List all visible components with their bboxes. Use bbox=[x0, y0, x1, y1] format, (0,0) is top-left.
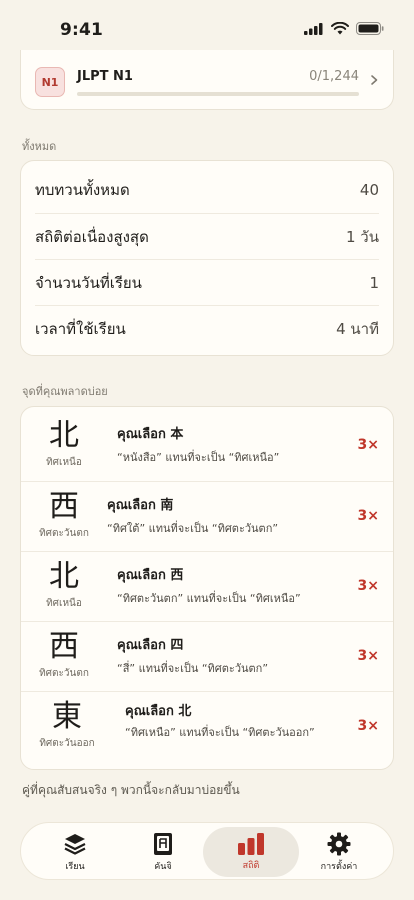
stat-value: 1 bbox=[369, 273, 379, 292]
status-time: 9:41 bbox=[60, 20, 104, 40]
overall-stats-card: ทบทวนทั้งหมด 40 สถิติต่อเนื่องสูงสุด 1 ว… bbox=[20, 160, 394, 356]
stat-row-best-streak: สถิติต่อเนื่องสูงสุด 1 วัน bbox=[35, 213, 379, 259]
overall-section-label: ทั้งหมด bbox=[22, 140, 57, 153]
frequent-mistakes-card: 北 ทิศเหนือ คุณเลือก 本 “หนังสือ” แทนที่จะ… bbox=[20, 406, 394, 770]
mistake-text: คุณเลือก 西 “ทิศตะวันตก” แทนที่จะเป็น “ทิ… bbox=[117, 564, 341, 607]
jlpt-level-card[interactable]: N1 JLPT N1 0/1,244 bbox=[20, 50, 394, 110]
stat-value: 4 นาที bbox=[336, 319, 379, 338]
mistake-count: 3× bbox=[357, 437, 379, 453]
mistake-row[interactable]: 西 ทิศตะวันตก คุณเลือก 四 “สี่” แทนที่จะเป… bbox=[21, 621, 393, 690]
mistake-detail: “ทิศเหนือ” แทนที่จะเป็น “ทิศตะวันออก” bbox=[125, 726, 315, 739]
stat-label: เวลาที่ใช้เรียน bbox=[35, 319, 126, 338]
mistake-chosen: คุณเลือก 四 bbox=[117, 638, 184, 653]
mistake-text: คุณเลือก 北 “ทิศเหนือ” แทนที่จะเป็น “ทิศต… bbox=[125, 700, 333, 741]
mistake-text: คุณเลือก 本 “หนังสือ” แทนที่จะเป็น “ทิศเห… bbox=[117, 423, 341, 466]
mistake-detail: “ทิศตะวันตก” แทนที่จะเป็น “ทิศเหนือ” bbox=[117, 592, 301, 605]
jlpt-level-title: JLPT N1 bbox=[77, 69, 133, 84]
kanji-character: 西 bbox=[49, 629, 79, 664]
mistake-count: 3× bbox=[357, 508, 379, 524]
mistake-text: คุณเลือก 四 “สี่” แทนที่จะเป็น “ทิศตะวันต… bbox=[117, 634, 341, 677]
tab-settings[interactable]: การตั้งค่า bbox=[291, 827, 387, 877]
mistake-chosen: คุณเลือก 本 bbox=[117, 427, 184, 442]
stat-label: สถิติต่อเนื่องสูงสุด bbox=[35, 227, 149, 246]
mistake-row[interactable]: 北 ทิศเหนือ คุณเลือก 本 “หนังสือ” แทนที่จะ… bbox=[21, 411, 393, 480]
mistake-row[interactable]: 北 ทิศเหนือ คุณเลือก 西 “ทิศตะวันตก” แทนที… bbox=[21, 551, 393, 620]
kanji-character: 東 bbox=[52, 699, 82, 734]
tab-label: คันจิ bbox=[154, 861, 172, 872]
kanji-book-icon bbox=[154, 832, 172, 855]
kanji-column: 西 ทิศตะวันตก bbox=[21, 628, 107, 681]
tab-learn[interactable]: เรียน bbox=[27, 827, 123, 877]
kanji-character: 北 bbox=[49, 559, 79, 594]
mistakes-footnote: คู่ที่คุณสับสนจริง ๆ พวกนี้จะกลับมาบ่อยข… bbox=[22, 783, 240, 797]
mistake-chosen: คุณเลือก 西 bbox=[117, 568, 184, 583]
mistake-detail: “สี่” แทนที่จะเป็น “ทิศตะวันตก” bbox=[117, 662, 269, 675]
kanji-meaning: ทิศตะวันตก bbox=[39, 528, 89, 539]
stat-label: จำนวนวันที่เรียน bbox=[35, 273, 142, 292]
tab-kanji[interactable]: คันจิ bbox=[115, 827, 211, 877]
mistake-text: คุณเลือก 南 “ทิศใต้” แทนที่จะเป็น “ทิศตะว… bbox=[107, 494, 341, 537]
bar-chart-icon bbox=[238, 832, 264, 855]
kanji-column: 東 ทิศตะวันออก bbox=[21, 698, 113, 751]
wifi-icon bbox=[331, 22, 349, 35]
mistake-detail: “ทิศใต้” แทนที่จะเป็น “ทิศตะวันตก” bbox=[107, 522, 279, 535]
gear-icon bbox=[327, 832, 351, 855]
kanji-meaning: ทิศตะวันตก bbox=[39, 668, 89, 679]
mistake-row[interactable]: 東 ทิศตะวันออก คุณเลือก 北 “ทิศเหนือ” แทนท… bbox=[21, 691, 393, 767]
misses-section-label: จุดที่คุณพลาดบ่อย bbox=[22, 385, 108, 398]
kanji-character: 西 bbox=[49, 489, 79, 524]
tab-label: สถิติ bbox=[242, 860, 260, 871]
stat-row-total-reviews: ทบทวนทั้งหมด 40 bbox=[35, 167, 379, 213]
stat-value: 1 วัน bbox=[346, 227, 379, 246]
stat-row-study-days: จำนวนวันที่เรียน 1 bbox=[35, 259, 379, 305]
mistake-count: 3× bbox=[357, 648, 379, 664]
mistake-count: 3× bbox=[357, 578, 379, 594]
status-icons bbox=[304, 22, 384, 35]
stat-value: 40 bbox=[359, 181, 379, 199]
tab-stats[interactable]: สถิติ bbox=[203, 827, 299, 877]
layers-icon bbox=[64, 833, 86, 855]
mistake-chosen: คุณเลือก 南 bbox=[107, 498, 174, 513]
mistake-row[interactable]: 西 ทิศตะวันตก คุณเลือก 南 “ทิศใต้” แทนที่จ… bbox=[21, 481, 393, 550]
kanji-column: 北 ทิศเหนือ bbox=[21, 558, 107, 611]
stat-label: ทบทวนทั้งหมด bbox=[35, 181, 130, 199]
stat-row-study-time: เวลาที่ใช้เรียน 4 นาที bbox=[35, 305, 379, 351]
tab-label: เรียน bbox=[65, 861, 85, 872]
bottom-tab-bar: เรียน คันจิ สถิติ การตั้งค่า bbox=[20, 822, 394, 880]
jlpt-progress-bar bbox=[77, 92, 359, 96]
tab-label: การตั้งค่า bbox=[320, 861, 358, 872]
mistake-detail: “หนังสือ” แทนที่จะเป็น “ทิศเหนือ” bbox=[117, 451, 280, 464]
kanji-column: 西 ทิศตะวันตก bbox=[21, 488, 107, 541]
battery-icon bbox=[356, 22, 384, 35]
kanji-meaning: ทิศเหนือ bbox=[46, 457, 82, 468]
kanji-meaning: ทิศเหนือ bbox=[46, 598, 82, 609]
kanji-meaning: ทิศตะวันออก bbox=[39, 738, 95, 749]
jlpt-level-count: 0/1,244 bbox=[309, 69, 359, 84]
mistake-chosen: คุณเลือก 北 bbox=[125, 704, 192, 719]
signal-icon bbox=[304, 22, 323, 35]
mistake-count: 3× bbox=[357, 718, 379, 734]
kanji-column: 北 ทิศเหนือ bbox=[21, 417, 107, 470]
chevron-right-icon bbox=[371, 75, 378, 85]
kanji-character: 北 bbox=[49, 418, 79, 453]
jlpt-level-badge: N1 bbox=[35, 67, 65, 97]
